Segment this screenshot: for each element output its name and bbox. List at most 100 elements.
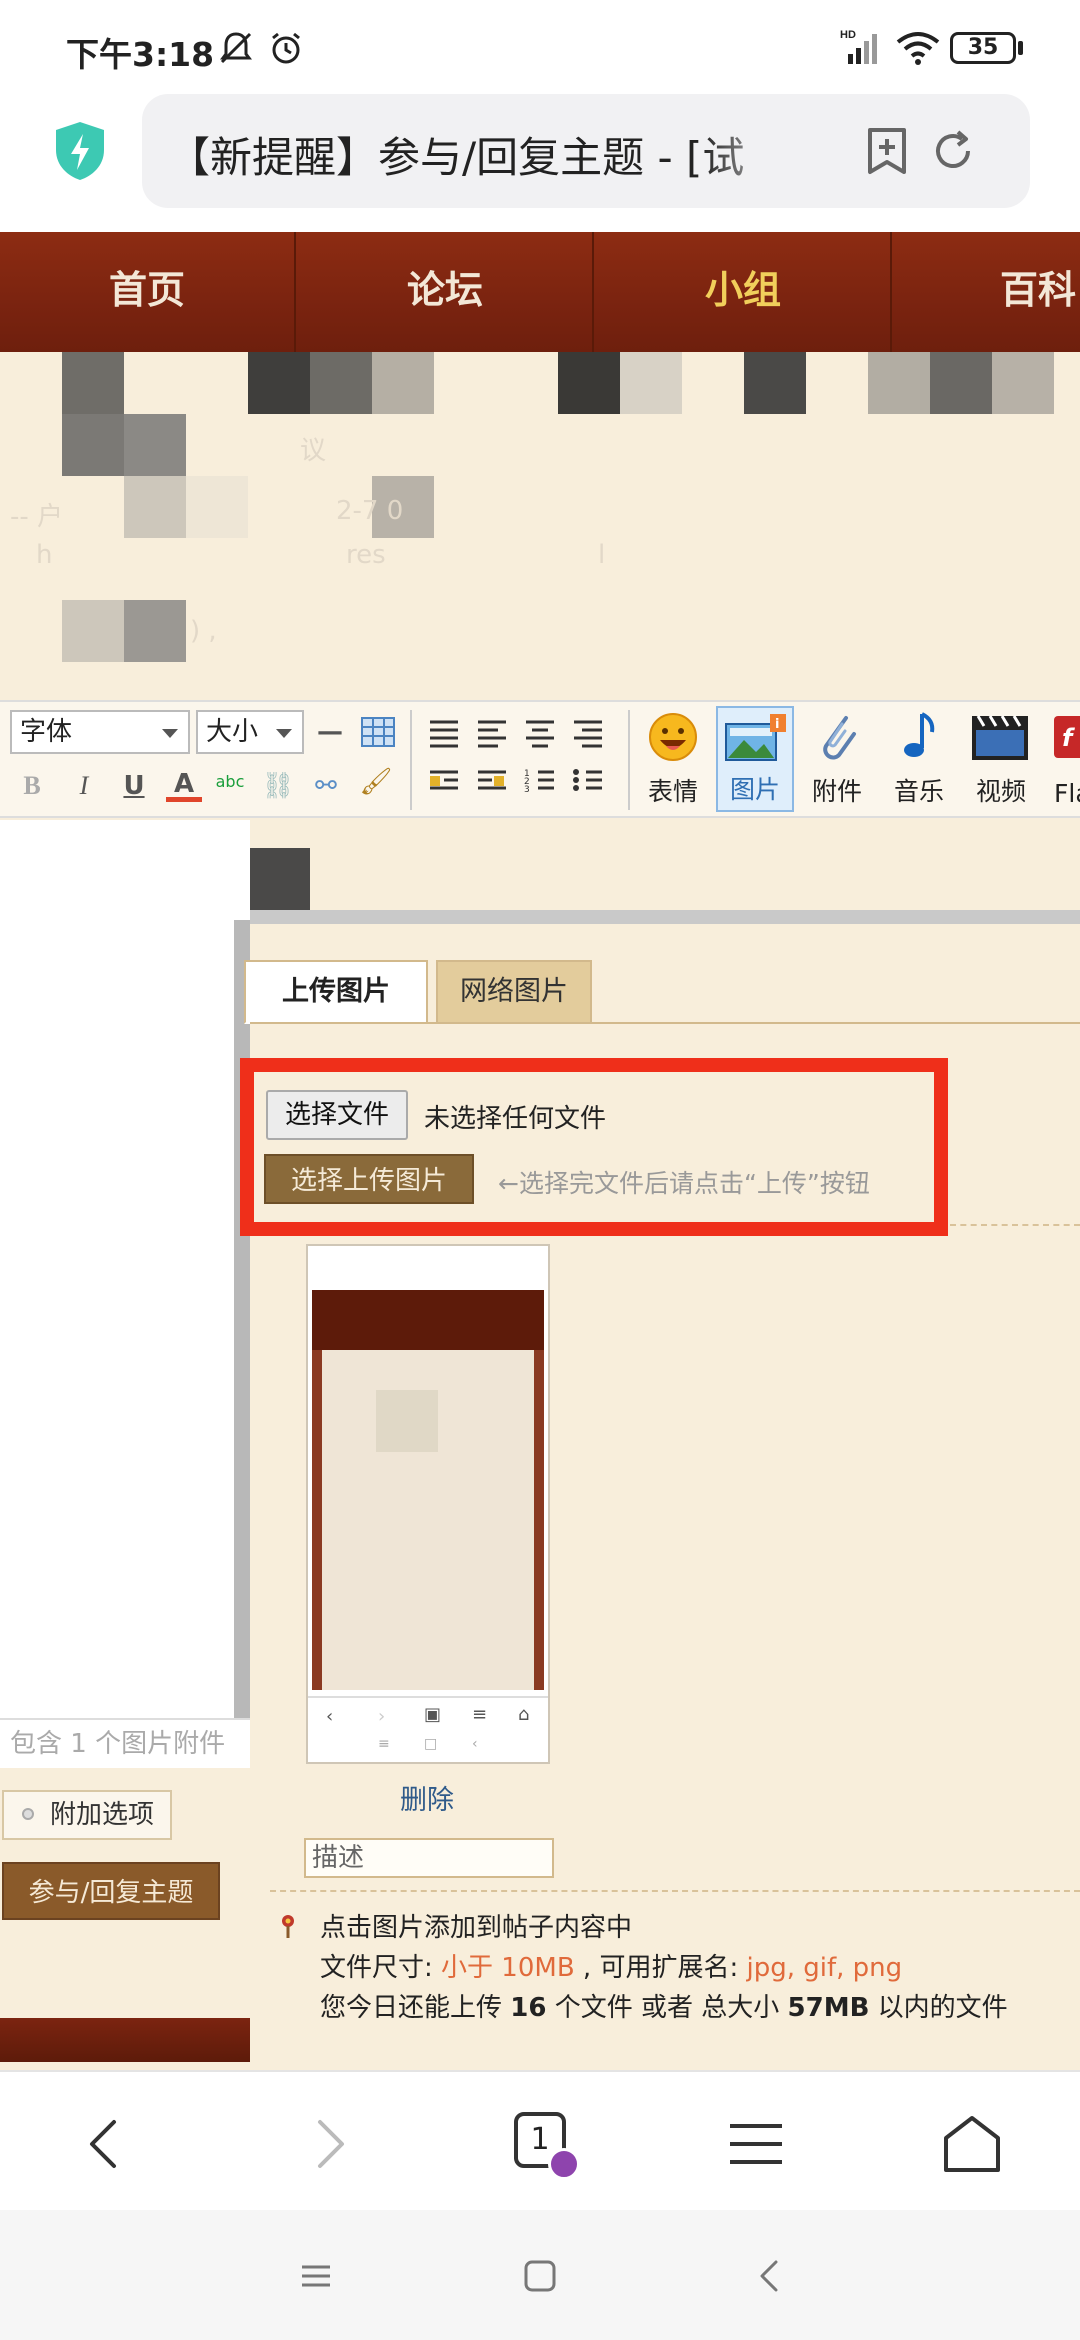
table-icon[interactable] [360, 714, 396, 750]
status-bar: 下午3:18 HD 35 [0, 0, 1080, 90]
font-select[interactable]: 字体 [10, 710, 190, 754]
upload-info: 点击图片添加到帖子内容中 文件尺寸: 小于 10MB , 可用扩展名: jpg,… [280, 1908, 1070, 2028]
battery-indicator: 35 [950, 32, 1016, 64]
size-value: 小于 10MB [441, 1953, 575, 1983]
site-nav: 首页 论坛 小组 百科 [0, 232, 1080, 352]
video-button[interactable]: 视频 [962, 706, 1040, 812]
tab-upload-image[interactable]: 上传图片 [244, 960, 428, 1024]
thumb-body [312, 1350, 544, 1690]
svg-text:i: i [775, 717, 779, 732]
remaining-prefix: 您今日还能上传 [320, 1993, 511, 2023]
back-icon[interactable] [74, 2112, 138, 2176]
nav-label: 小组 [704, 268, 781, 312]
toolbar-separator [628, 710, 630, 810]
remaining-suffix: 以内的文件 [869, 1993, 1008, 2023]
nav-item-group[interactable]: 小组 [596, 232, 892, 352]
bold-icon[interactable]: B [14, 768, 50, 804]
system-back-icon[interactable] [752, 2258, 788, 2294]
flash-button[interactable]: f Fla [1044, 706, 1080, 812]
nav-label: 论坛 [406, 268, 483, 312]
thumb-nav: ‹ › ▣ ≡ ⌂ ≡ □ ‹ [308, 1696, 548, 1762]
svg-text:3: 3 [524, 785, 530, 795]
extra-options-button[interactable]: 附加选项 [2, 1790, 172, 1840]
smiley-icon [649, 713, 697, 761]
forward-icon[interactable] [296, 2112, 360, 2176]
url-fade [702, 104, 822, 198]
nav-item-home[interactable]: 首页 [0, 232, 296, 352]
status-time: 下午3:18 [66, 35, 215, 74]
emoji-label: 表情 [647, 777, 698, 806]
dashed-divider [270, 1890, 1080, 1892]
delete-link[interactable]: 删除 [400, 1778, 454, 1817]
highlight-icon[interactable]: abc [212, 764, 248, 800]
incognito-icon [548, 2148, 580, 2180]
horizontal-rule-icon[interactable]: — [312, 714, 348, 750]
info-line-3: 您今日还能上传 16 个文件 或者 总大小 57MB 以内的文件 [280, 1988, 1070, 2028]
alignment-icons[interactable]: 123 [426, 716, 636, 806]
image-label: 图片 [729, 775, 780, 804]
nav-item-wiki[interactable]: 百科 [894, 232, 1080, 352]
info-line-2: 文件尺寸: 小于 10MB , 可用扩展名: jpg, gif, png [280, 1948, 1070, 1988]
italic-icon[interactable]: I [66, 768, 102, 804]
music-note-icon [904, 712, 935, 757]
flash-icon: f [1054, 716, 1080, 758]
pin-icon [282, 1915, 294, 1938]
editor-toolbar: 字体 大小 — B I U A abc ⛓ ⚯ 🖌 123 表情 i 图片 附件… [0, 700, 1080, 818]
image-upload-dialog: 上传图片 网络图片 选择文件 未选择任何文件 选择上传图片 ←选择完文件后请点击… [240, 910, 1080, 2070]
video-icon [972, 715, 1028, 760]
system-nav-bar [0, 2210, 1080, 2340]
remaining-count: 16 [510, 1993, 547, 2023]
url-bar[interactable]: 【新提醒】参与/回复主题 - [试 [142, 94, 1030, 208]
tab-web-image[interactable]: 网络图片 [436, 960, 592, 1024]
reply-button[interactable]: 参与/回复主题 [2, 1862, 220, 1920]
system-home-icon[interactable] [522, 2258, 558, 2294]
select-upload-button[interactable]: 选择上传图片 [264, 1154, 474, 1204]
description-placeholder: 描述 [312, 1843, 365, 1873]
font-select-value: 字体 [20, 717, 73, 747]
bell-muted-icon [220, 32, 252, 64]
info-line-1: 点击图片添加到帖子内容中 [320, 1913, 633, 1943]
nav-label: 首页 [108, 268, 185, 312]
description-field[interactable]: 描述 [304, 1838, 554, 1878]
battery-level: 35 [967, 35, 999, 60]
underline-icon[interactable]: U [116, 768, 152, 804]
recent-apps-icon[interactable] [298, 2258, 334, 2294]
ext-label: , 可用扩展名: [574, 1953, 747, 1983]
address-bar-row: 【新提醒】参与/回复主题 - [试 [0, 90, 1080, 230]
attachment-label: 附件 [811, 777, 862, 806]
emoji-button[interactable]: 表情 [634, 706, 712, 812]
home-icon[interactable] [940, 2112, 1004, 2176]
wifi-icon [896, 32, 940, 65]
remaining-size: 57MB [787, 1993, 870, 2023]
nav-item-forum[interactable]: 论坛 [298, 232, 594, 352]
tab-underline [250, 1022, 1080, 1024]
music-label: 音乐 [893, 777, 944, 806]
refresh-icon[interactable] [928, 126, 978, 176]
image-button[interactable]: i 图片 [716, 706, 794, 812]
tab-label: 上传图片 [282, 976, 390, 1007]
thumb-status-bar [308, 1246, 548, 1290]
alarm-icon [272, 32, 300, 64]
nav-label: 百科 [1000, 268, 1077, 312]
size-label: 文件尺寸: [320, 1953, 442, 1983]
video-label: 视频 [975, 777, 1026, 806]
unlink-icon[interactable]: ⚯ [308, 768, 344, 804]
choose-file-button[interactable]: 选择文件 [266, 1090, 408, 1140]
format-brush-icon[interactable]: 🖌 [358, 764, 394, 800]
ext-value: jpg, gif, png [746, 1953, 903, 1983]
security-shield-icon[interactable] [52, 120, 108, 182]
signal-icon: HD [840, 29, 877, 64]
add-bookmark-icon[interactable] [862, 126, 912, 176]
dashed-divider [950, 1224, 1080, 1226]
menu-icon[interactable] [724, 2112, 788, 2176]
size-select[interactable]: 大小 [196, 710, 304, 754]
highlight-frame: 选择文件 未选择任何文件 选择上传图片 ←选择完文件后请点击“上传”按钮 [240, 1058, 948, 1236]
flash-label: Fla [1054, 779, 1080, 808]
tab-count: 1 [530, 2122, 550, 2157]
music-button[interactable]: 音乐 [880, 706, 958, 812]
font-color-icon[interactable]: A [166, 766, 202, 802]
toolbar-separator [410, 710, 412, 810]
uploaded-image-thumbnail[interactable]: ‹ › ▣ ≡ ⌂ ≡ □ ‹ [306, 1244, 550, 1764]
attachment-button[interactable]: 附件 [798, 706, 876, 812]
link-icon[interactable]: ⛓ [260, 768, 296, 804]
